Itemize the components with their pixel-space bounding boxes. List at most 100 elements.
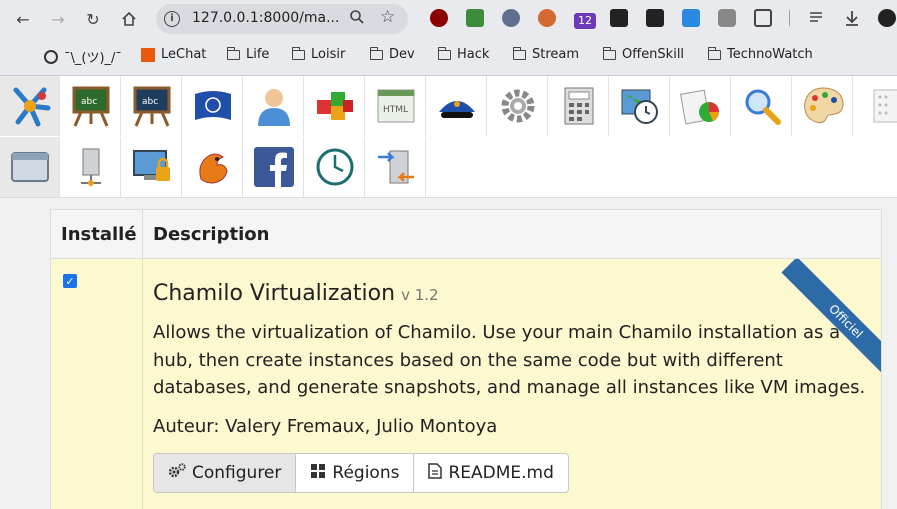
download-icon[interactable] [843, 9, 861, 27]
bookmark-technowatch[interactable]: TechnoWatch [707, 46, 813, 62]
bookmark-label: Loisir [311, 47, 346, 62]
world-clock-icon[interactable] [610, 76, 670, 136]
document-ext-icon[interactable] [682, 9, 700, 27]
bookmark-loisir[interactable]: Loisir [291, 46, 346, 62]
bookmark-label: OffenSkill [622, 47, 685, 62]
extensions-puzzle-icon[interactable] [754, 9, 772, 27]
magnifier-icon[interactable] [732, 76, 792, 136]
bookmark-label: Hack [457, 47, 490, 62]
reading-list-icon[interactable] [808, 9, 826, 27]
readme-button[interactable]: README.md [413, 453, 569, 493]
palette-icon[interactable] [793, 76, 853, 136]
html-editor-icon[interactable]: HTML [366, 76, 426, 136]
ublock-icon[interactable] [430, 9, 448, 27]
toolbar-divider [789, 10, 790, 26]
bookmark-shrug[interactable]: ¯\_(ツ)_/¯ [44, 47, 122, 66]
bookmark-offenskill[interactable]: OffenSkill [602, 46, 685, 62]
server-transfer-icon[interactable] [366, 137, 426, 197]
folder-icon [437, 46, 451, 60]
profile-avatar-icon[interactable] [878, 9, 896, 27]
folder-icon [512, 46, 526, 60]
bookmark-life[interactable]: Life [226, 46, 270, 62]
plugins-table: Installé Description ✓ Officiel Chamilo … [50, 209, 882, 509]
dollar-ext-icon[interactable] [646, 9, 664, 27]
bookmark-label: TechnoWatch [727, 47, 813, 62]
folder-icon [291, 46, 305, 60]
reload-icon[interactable]: ↻ [82, 8, 104, 30]
bookmark-label: ¯\_(ツ)_/¯ [64, 51, 122, 66]
column-header-installed: Installé [51, 210, 143, 259]
folder-icon [226, 46, 240, 60]
plugin-action-buttons: Configurer Régions README.md [153, 453, 569, 493]
regions-label: Régions [332, 463, 400, 483]
svg-text:abc: abc [81, 97, 97, 107]
waveform-ext-icon[interactable] [610, 9, 628, 27]
regions-button[interactable]: Régions [295, 453, 415, 493]
clock-icon[interactable] [305, 137, 365, 197]
zoom-icon[interactable] [349, 9, 365, 29]
dots-grid-icon[interactable] [854, 76, 897, 136]
bookmark-label: Dev [389, 47, 415, 62]
notification-badge[interactable]: 12 [574, 13, 596, 29]
th-large-icon [310, 463, 326, 484]
bookmark-label: LeChat [161, 47, 207, 62]
bookmark-lechat[interactable]: LeChat [141, 47, 206, 62]
bookmark-label: Life [246, 47, 270, 62]
installed-cell: ✓ [51, 259, 143, 509]
plugin-author: Auteur: Valery Fremaux, Julio Montoya [153, 416, 498, 437]
chamilo-logo-icon[interactable] [0, 76, 60, 136]
bookmark-hack[interactable]: Hack [437, 46, 490, 62]
blocks-icon[interactable] [305, 76, 365, 136]
site-info-icon[interactable]: i [164, 11, 180, 27]
folder-icon [707, 46, 721, 60]
readme-label: README.md [448, 463, 554, 483]
plugin-title-row: Chamilo Virtualization v 1.2 [153, 281, 439, 306]
description-cell: Officiel Chamilo Virtualization v 1.2 All… [143, 259, 881, 509]
bookmarks-bar: ¯\_(ツ)_/¯ LeChat Life Loisir Dev Hack St… [0, 37, 897, 76]
server-icon[interactable] [61, 137, 121, 197]
admin-icon-toolbar: abc abc HTML [0, 76, 897, 198]
facebook-icon[interactable] [244, 137, 304, 197]
installed-checkbox[interactable]: ✓ [63, 274, 77, 288]
dragon-icon[interactable] [183, 137, 243, 197]
url-text: 127.0.0.1:8000/ma... [192, 10, 340, 26]
blackboard-easel-alt-icon[interactable]: abc [122, 76, 182, 136]
folder-icon [602, 46, 616, 60]
bookmark-label: Stream [532, 47, 580, 62]
camera-ext-icon[interactable] [718, 9, 736, 27]
bookmark-stream[interactable]: Stream [512, 46, 580, 62]
user-icon[interactable] [244, 76, 304, 136]
folder-icon [369, 46, 383, 60]
svg-text:abc: abc [142, 97, 158, 107]
monitor-lock-icon[interactable] [122, 137, 182, 197]
forward-icon[interactable]: → [47, 8, 69, 30]
blackboard-easel-icon[interactable]: abc [61, 76, 121, 136]
police-cap-icon[interactable] [427, 76, 487, 136]
window-icon[interactable] [0, 137, 60, 197]
configure-button[interactable]: Configurer [153, 453, 297, 493]
mail-ext-icon[interactable] [466, 9, 484, 27]
column-header-description: Description [143, 210, 881, 259]
gears-icon [168, 462, 186, 484]
reports-icon[interactable] [671, 76, 731, 136]
back-icon[interactable]: ← [12, 8, 34, 30]
bookmark-star-icon[interactable]: ☆ [380, 7, 395, 27]
plugin-version: v 1.2 [401, 286, 439, 304]
browser-toolbar: ← → ↻ i 127.0.0.1:8000/ma... ☆ 12 [0, 0, 897, 37]
un-flag-icon[interactable] [183, 76, 243, 136]
calculator-icon[interactable] [549, 76, 609, 136]
cookie-ext-icon[interactable] [538, 9, 556, 27]
plugin-title: Chamilo Virtualization [153, 281, 396, 306]
home-icon[interactable] [118, 8, 140, 30]
file-text-icon [428, 462, 443, 484]
search-ext-icon[interactable] [502, 9, 520, 27]
plugin-description: Allows the virtualization of Chamilo. Us… [153, 322, 866, 398]
svg-text:HTML: HTML [383, 105, 408, 115]
gear-icon[interactable] [488, 76, 548, 136]
lechat-icon [141, 47, 155, 62]
page-content: abc abc HTML Installé Description ✓ Offi… [0, 76, 897, 509]
bookmark-dev[interactable]: Dev [369, 46, 415, 62]
configure-label: Configurer [192, 463, 282, 483]
address-bar[interactable]: i 127.0.0.1:8000/ma... ☆ [156, 4, 408, 34]
openai-icon [44, 49, 58, 64]
